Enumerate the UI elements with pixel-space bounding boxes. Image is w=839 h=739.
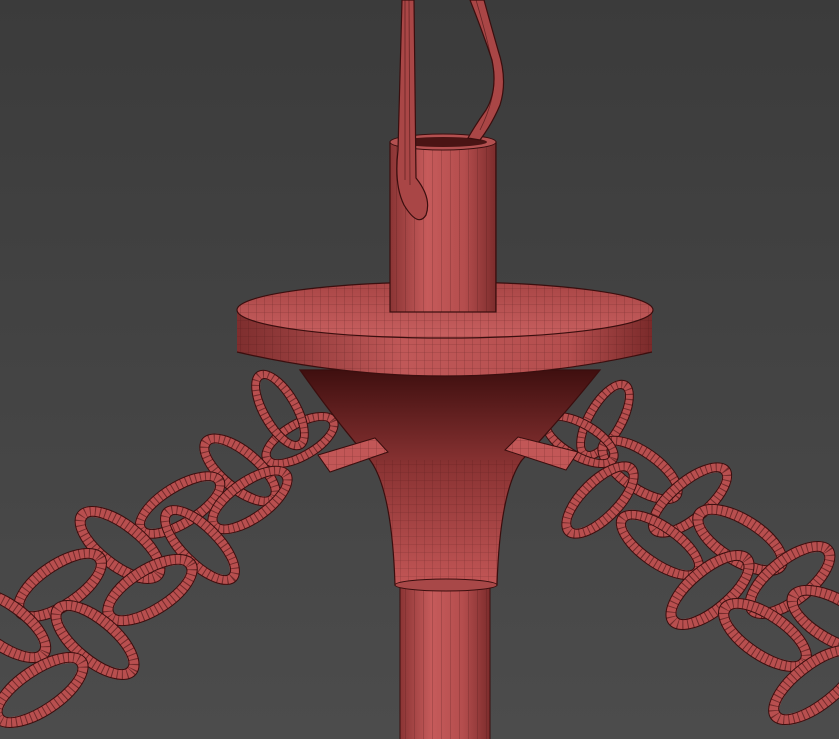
bottom-rod [399,584,491,739]
scene-render [0,0,839,739]
3d-viewport[interactable] [0,0,839,739]
